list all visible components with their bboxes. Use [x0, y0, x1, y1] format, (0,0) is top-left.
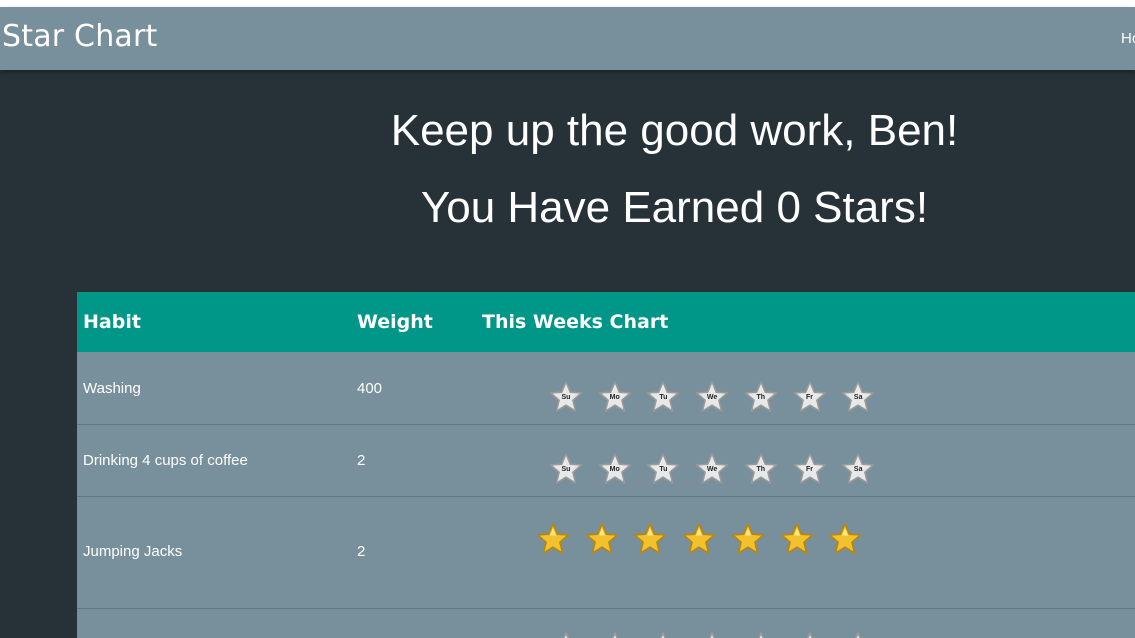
empty-star-icon[interactable]: Th: [744, 631, 778, 638]
empty-star-icon[interactable]: Mo: [598, 631, 632, 638]
day-label: Su: [561, 394, 571, 401]
empty-star-icon[interactable]: Tu: [646, 452, 680, 486]
day-label: Fr: [806, 466, 813, 473]
navbar: Star Chart Home: [0, 7, 1135, 70]
day-label: Su: [561, 466, 571, 473]
habit-weight: 2: [357, 543, 366, 560]
habit-name: Washing: [83, 380, 141, 397]
brand-title[interactable]: Star Chart: [2, 19, 158, 54]
empty-star-icon[interactable]: Th: [744, 452, 778, 486]
header-this-weeks-chart: This Weeks Chart: [482, 311, 669, 333]
table-row: Su Mo Tu We Th Fr Sa: [77, 609, 1135, 638]
empty-star-icon[interactable]: We: [695, 631, 729, 638]
empty-star-icon[interactable]: Sa: [841, 631, 875, 638]
gold-star-icon[interactable]: [828, 522, 862, 556]
gold-star-icon[interactable]: [633, 522, 667, 556]
empty-star-icon[interactable]: Sa: [841, 452, 875, 486]
empty-star-icon[interactable]: We: [695, 380, 729, 414]
table-row: Washing 400 Su Mo Tu We Th Fr Sa: [77, 352, 1135, 425]
habit-name: Jumping Jacks: [83, 543, 183, 560]
habit-weight: 400: [357, 380, 383, 397]
table-row: Jumping Jacks 2: [77, 497, 1135, 609]
empty-star-icon[interactable]: We: [695, 452, 729, 486]
greeting-heading: Keep up the good work, Ben!: [390, 106, 959, 155]
empty-star-icon[interactable]: Fr: [793, 631, 827, 638]
day-label: Tu: [659, 466, 668, 473]
day-label: Th: [756, 394, 766, 401]
empty-star-icon[interactable]: Tu: [646, 631, 680, 638]
day-label: We: [706, 466, 718, 473]
top-strip: [0, 0, 1135, 7]
habit-name: Drinking 4 cups of coffee: [83, 452, 248, 469]
empty-star-icon[interactable]: Mo: [598, 380, 632, 414]
empty-star-icon[interactable]: Su: [549, 452, 583, 486]
empty-star-icon[interactable]: Su: [549, 631, 583, 638]
habit-table: Habit Weight This Weeks Chart Washing 40…: [77, 292, 1135, 638]
gold-star-icon[interactable]: [780, 522, 814, 556]
day-label: Tu: [659, 394, 668, 401]
stars-earned-heading: You Have Earned 0 Stars!: [420, 183, 929, 232]
gold-star-icon[interactable]: [536, 522, 570, 556]
header-weight: Weight: [357, 311, 433, 333]
empty-star-icon[interactable]: Sa: [841, 380, 875, 414]
day-label: Sa: [853, 466, 863, 473]
habit-weight: 2: [357, 452, 366, 469]
day-label: Mo: [609, 466, 620, 473]
empty-star-icon[interactable]: Fr: [793, 452, 827, 486]
empty-star-icon[interactable]: Tu: [646, 380, 680, 414]
day-label: Th: [756, 466, 766, 473]
empty-star-icon[interactable]: Fr: [793, 380, 827, 414]
gold-star-icon[interactable]: [585, 522, 619, 556]
day-label: Mo: [609, 394, 620, 401]
empty-star-icon[interactable]: Th: [744, 380, 778, 414]
empty-star-icon[interactable]: Su: [549, 380, 583, 414]
empty-star-icon[interactable]: Mo: [598, 452, 632, 486]
table-row: Drinking 4 cups of coffee 2 Su Mo Tu We Th Fr…: [77, 425, 1135, 497]
gold-star-icon[interactable]: [682, 522, 716, 556]
day-label: We: [706, 394, 718, 401]
day-label: Sa: [853, 394, 863, 401]
gold-star-icon[interactable]: [731, 522, 765, 556]
table-header-row: Habit Weight This Weeks Chart: [77, 292, 1135, 352]
nav-link-home[interactable]: Home: [1121, 30, 1135, 47]
header-habit: Habit: [83, 311, 141, 333]
day-label: Fr: [806, 394, 813, 401]
